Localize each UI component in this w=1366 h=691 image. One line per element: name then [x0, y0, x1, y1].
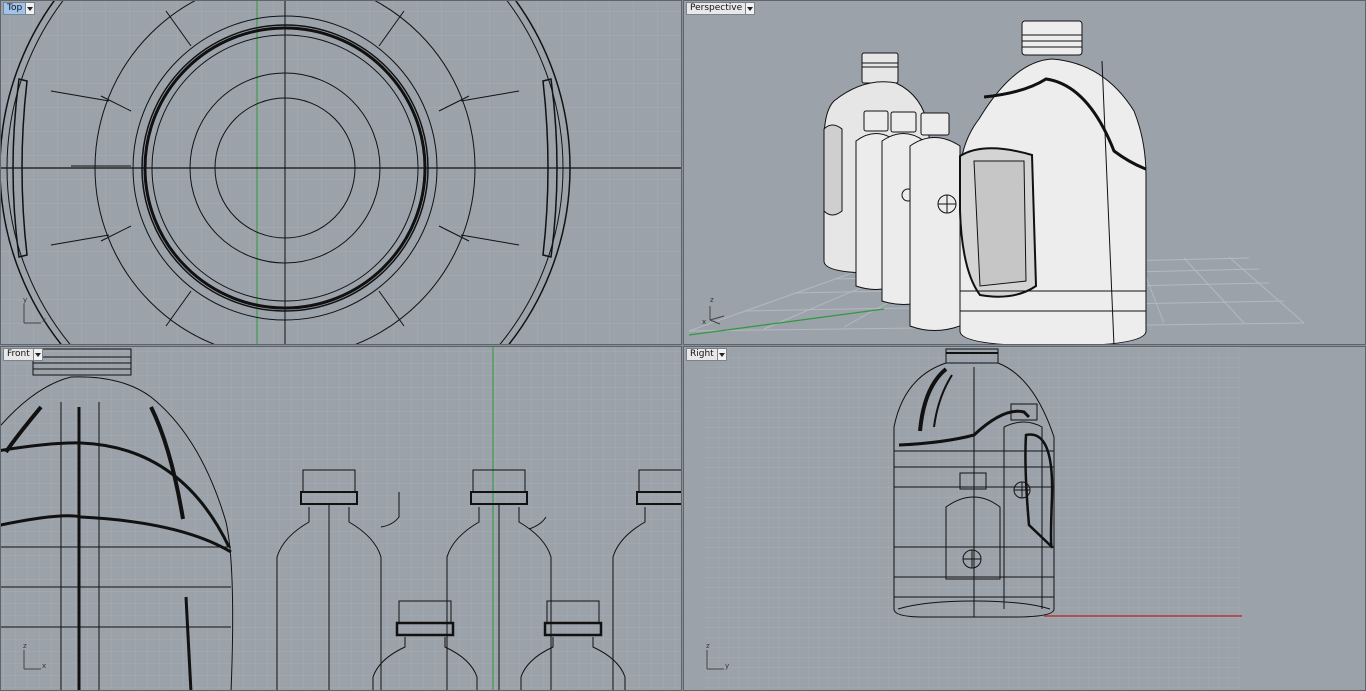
viewport-tab-top[interactable]: Top [3, 2, 36, 15]
chevron-down-icon[interactable] [745, 3, 755, 14]
perspective-view-canvas[interactable] [684, 1, 1366, 345]
axis-label-v: y [23, 296, 28, 304]
axis-label-h: x [42, 662, 47, 670]
axis-label-h: y [725, 662, 730, 670]
axis-label-v: z [710, 296, 714, 304]
viewport-title[interactable]: Right [687, 349, 717, 360]
chevron-down-icon[interactable] [25, 3, 35, 14]
axis-triad-icon: y x [19, 296, 49, 328]
axis-triad-icon: z x [702, 296, 732, 328]
bottle-shaded-small-3 [909, 112, 961, 331]
viewport-tab-right[interactable]: Right [686, 348, 727, 361]
viewport-perspective[interactable]: Perspective z x [683, 0, 1366, 345]
viewport-tab-perspective[interactable]: Perspective [686, 2, 756, 15]
viewport-title[interactable]: Front [4, 349, 33, 360]
right-view-canvas[interactable] [684, 347, 1366, 691]
chevron-down-icon[interactable] [32, 349, 42, 360]
viewport-title[interactable]: Perspective [687, 3, 745, 14]
viewport-tab-front[interactable]: Front [3, 348, 43, 361]
axis-triad-icon: z y [702, 642, 732, 674]
chevron-down-icon[interactable] [716, 349, 726, 360]
axis-label-h: x [702, 318, 707, 326]
front-view-canvas[interactable] [1, 347, 682, 691]
axis-label-v: z [706, 642, 710, 650]
viewport-title[interactable]: Top [4, 3, 26, 14]
axis-label-v: z [23, 642, 27, 650]
top-view-canvas[interactable] [1, 1, 682, 345]
viewport-top[interactable]: Top y x [0, 0, 682, 345]
viewport-right[interactable]: Right z y [683, 346, 1366, 691]
axis-label-h: x [42, 316, 47, 324]
viewport-front[interactable]: Front z x [0, 346, 682, 691]
axis-triad-icon: z x [19, 642, 49, 674]
